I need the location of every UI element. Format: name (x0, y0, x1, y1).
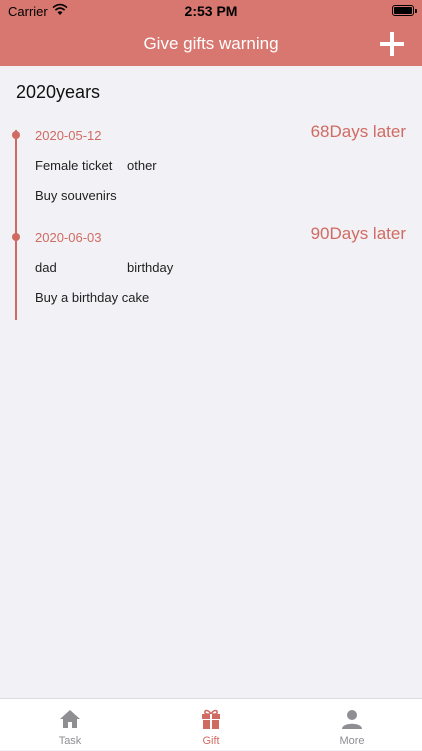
gift-icon (200, 708, 222, 730)
event-type: other (127, 158, 157, 173)
battery-icon (392, 5, 417, 16)
tab-task-label: Task (58, 735, 82, 747)
page-title: Give gifts warning (143, 34, 279, 53)
event-countdown: 90Days later (310, 224, 406, 243)
navigation-bar: Give gifts warning (0, 22, 422, 66)
event-note: Buy souvenirs (35, 188, 117, 203)
clock: 2:53 PM (184, 3, 238, 19)
event-note: Buy a birthday cake (35, 290, 150, 305)
event-countdown: 68Days later (310, 122, 406, 141)
timeline-line (15, 130, 17, 320)
event-person: Female ticket (35, 158, 113, 173)
plus-icon-vertical (390, 32, 394, 56)
status-bar: Carrier 2:53 PM (0, 0, 422, 22)
tab-gift-label: Gift (202, 735, 220, 747)
event-date: 2020-06-03 (35, 230, 102, 245)
event-date: 2020-05-12 (35, 128, 102, 143)
add-button[interactable] (378, 30, 406, 58)
home-icon (59, 708, 81, 730)
tab-bar: Task Gift More (0, 698, 422, 750)
event-person: dad (35, 260, 57, 275)
tab-more-label: More (339, 735, 365, 747)
timeline-dot (12, 131, 20, 139)
event-type: birthday (127, 260, 174, 275)
tab-more[interactable]: More (282, 699, 422, 751)
user-icon (341, 708, 363, 730)
timeline-dot (12, 233, 20, 241)
year-title: 2020years (16, 82, 101, 102)
tab-gift[interactable]: Gift (141, 699, 281, 751)
tab-task[interactable]: Task (0, 699, 140, 751)
gift-timeline: 2020years 2020-05-12 68Days later Female… (0, 66, 422, 686)
